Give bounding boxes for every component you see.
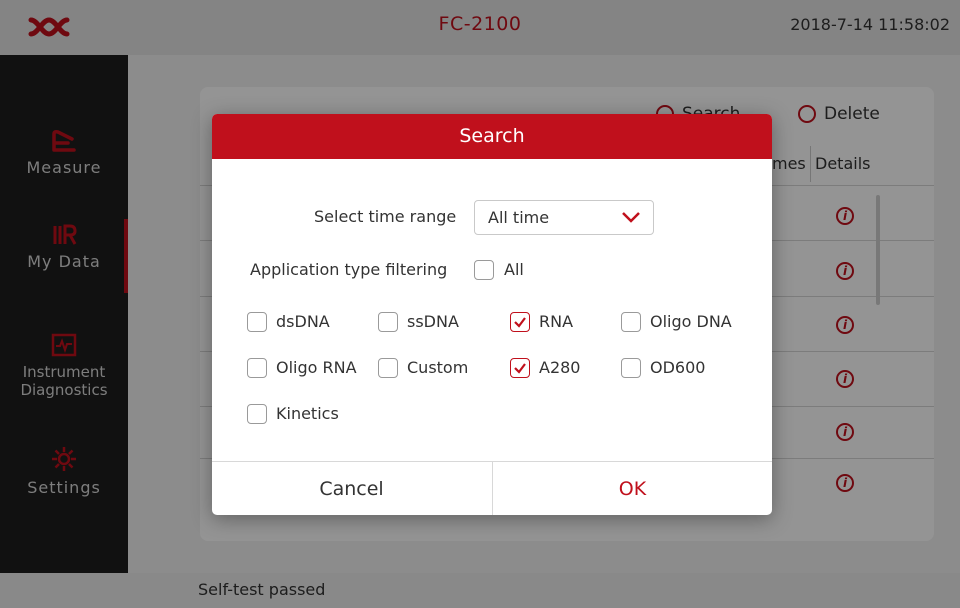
oligo-dna-label: Oligo DNA — [650, 312, 732, 331]
dsdna-label: dsDNA — [276, 312, 330, 331]
custom-label: Custom — [407, 358, 469, 377]
all-checkbox-label: All — [504, 260, 524, 279]
ssdna-checkbox[interactable] — [378, 312, 398, 332]
ssdna-label: ssDNA — [407, 312, 459, 331]
dialog-footer: Cancel OK — [212, 461, 772, 515]
custom-checkbox[interactable] — [378, 358, 398, 378]
od600-checkbox[interactable] — [621, 358, 641, 378]
time-range-select[interactable]: All time — [474, 200, 654, 235]
search-dialog: Search Select time range All time Applic… — [212, 114, 772, 515]
oligo-rna-checkbox[interactable] — [247, 358, 267, 378]
od600-label: OD600 — [650, 358, 706, 377]
cancel-button[interactable]: Cancel — [212, 462, 491, 515]
application-type-label: Application type filtering — [250, 260, 448, 279]
chevron-down-icon — [622, 212, 640, 223]
a280-label: A280 — [539, 358, 581, 377]
rna-checkbox[interactable] — [510, 312, 530, 332]
dsdna-checkbox[interactable] — [247, 312, 267, 332]
oligo-dna-checkbox[interactable] — [621, 312, 641, 332]
kinetics-checkbox[interactable] — [247, 404, 267, 424]
checkmark-icon — [514, 363, 526, 374]
all-checkbox[interactable] — [474, 260, 494, 280]
ok-button[interactable]: OK — [492, 462, 772, 515]
kinetics-label: Kinetics — [276, 404, 339, 423]
oligo-rna-label: Oligo RNA — [276, 358, 357, 377]
dialog-title: Search — [212, 114, 772, 159]
checkmark-icon — [514, 317, 526, 328]
a280-checkbox[interactable] — [510, 358, 530, 378]
time-range-label: Select time range — [314, 207, 457, 226]
time-range-value: All time — [488, 208, 550, 227]
rna-label: RNA — [539, 312, 574, 331]
